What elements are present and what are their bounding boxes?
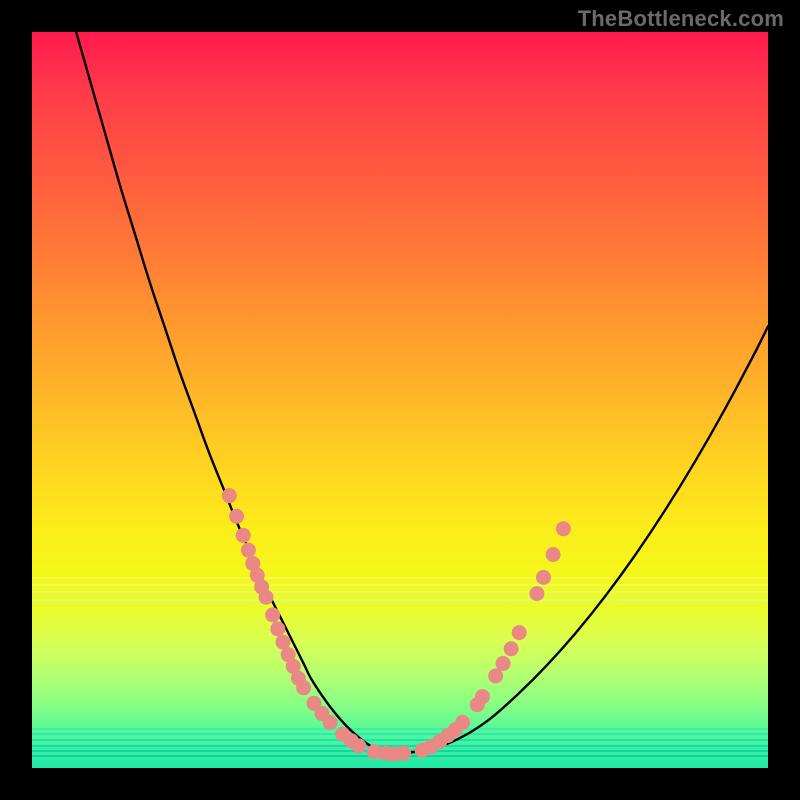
curve-dot [512,625,527,640]
curve-dot [488,669,503,684]
curve-dot [396,746,411,761]
curve-dot [236,528,251,543]
curve-dot [259,590,274,605]
plot-area [32,32,768,768]
curve-dot [496,656,511,671]
curve-layer [32,32,768,768]
curve-dot [529,586,544,601]
curve-dots [222,488,571,761]
curve-dot [475,689,490,704]
chart-frame: TheBottleneck.com [0,0,800,800]
curve-dot [265,607,280,622]
curve-dot [536,570,551,585]
curve-dot [270,621,285,636]
curve-dot [504,641,519,656]
curve-dot [229,509,244,524]
curve-dot [455,715,470,730]
curve-dot [323,715,338,730]
curve-dot [351,738,366,753]
curve-dot [222,488,237,503]
curve-dot [296,680,311,695]
curve-dot [546,547,561,562]
curve-dot [556,521,571,536]
watermark-text: TheBottleneck.com [578,6,784,32]
bottleneck-curve [76,32,768,754]
curve-dot [241,543,256,558]
